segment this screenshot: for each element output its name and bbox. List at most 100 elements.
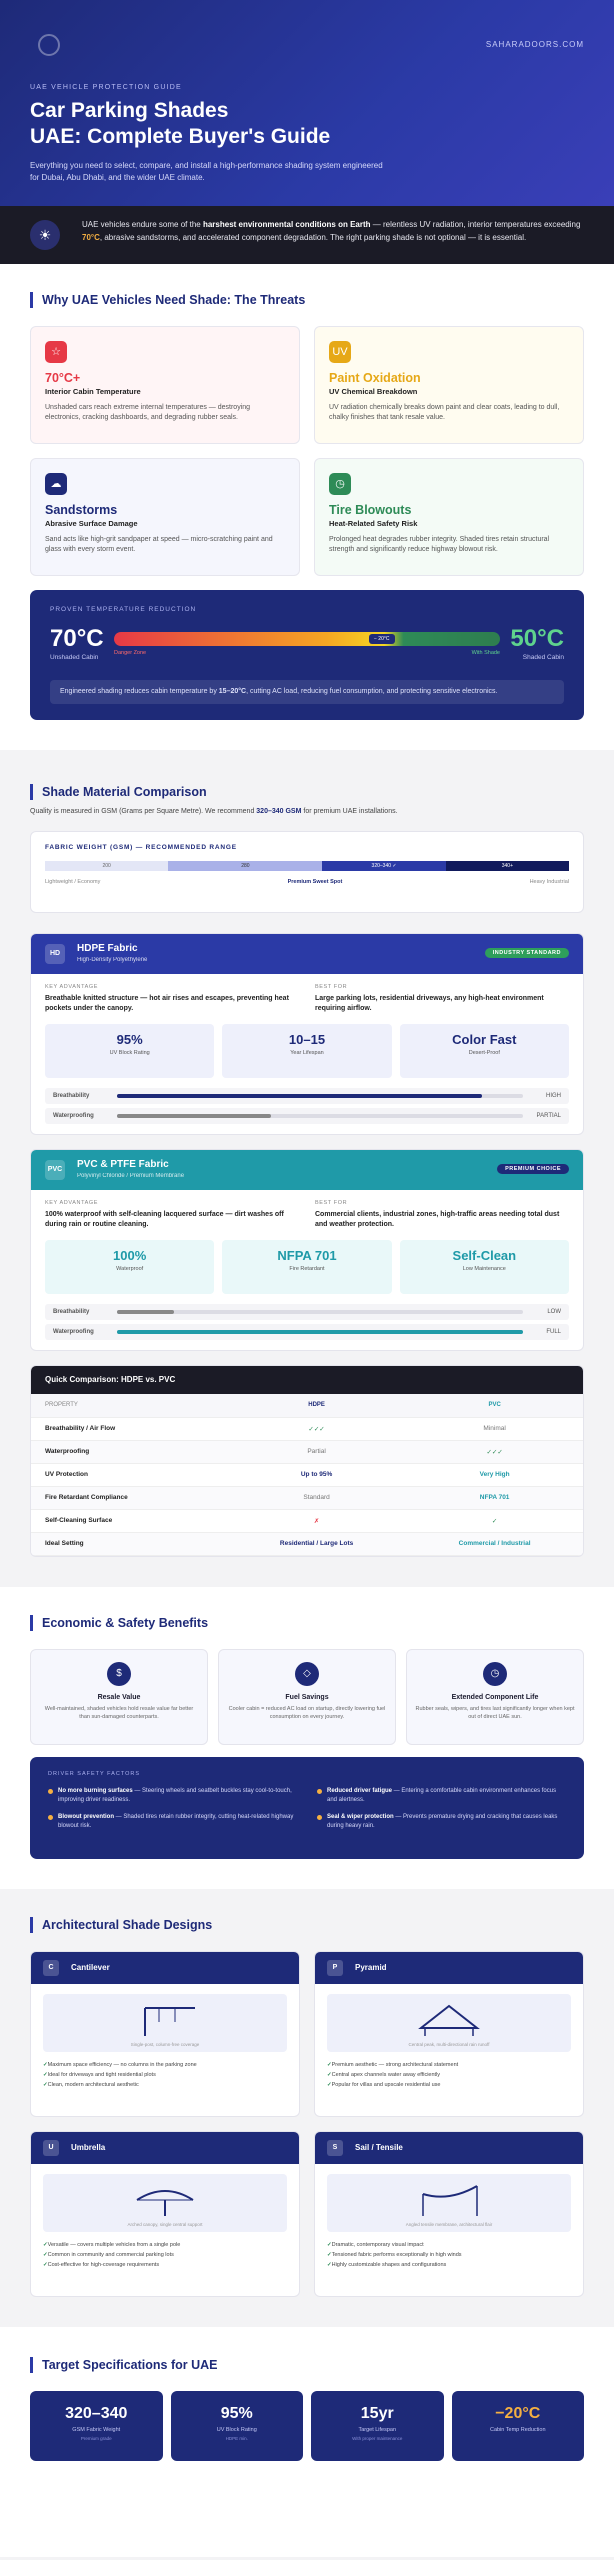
hero-intro: Everything you need to select, compare, …: [30, 161, 383, 182]
threat-text: Prolonged heat degrades rubber integrity…: [329, 536, 550, 553]
feature-item: Popular for villas and upscale residenti…: [327, 2080, 571, 2090]
temperature-card: PROVEN TEMPERATURE REDUCTION 70°C Unshad…: [30, 590, 584, 720]
design-letter: S: [327, 2139, 343, 2156]
design-card: P Pyramid Central peak, multi-directional …: [314, 1950, 584, 2117]
column-header: PROPERTY: [31, 1394, 227, 1418]
feature-item: Premium aesthetic — strong architectural…: [327, 2060, 571, 2070]
value: 100% waterproof with self-cleaning lacqu…: [45, 1211, 284, 1228]
table-cell: Up to 95%: [226, 1463, 407, 1487]
target-value: 95%: [220, 2404, 253, 2422]
safety-item: No more burning surfaces — Steering whee…: [48, 1787, 297, 1805]
design-name: Umbrella: [71, 2142, 106, 2152]
design-header: C Cantilever: [31, 1951, 299, 1984]
table-cell: ✓✓✓: [226, 1417, 407, 1441]
feature-item: Cost-effective for high-coverage require…: [43, 2260, 287, 2270]
target-label: Target Lifespan: [358, 2426, 397, 2433]
comparison-grid: PROPERTY HDPE PVC Breathability / Air Flow ✓…: [31, 1394, 583, 1556]
safety-bold: Blowout prevention: [58, 1813, 114, 1820]
logo-icon[interactable]: [38, 34, 60, 56]
design-features: Versatile — covers multiple vehicles fro…: [31, 2240, 299, 2270]
label: BEST FOR: [315, 984, 348, 990]
shield-icon: ◇: [295, 1661, 319, 1686]
stat-value: 10–15: [288, 1032, 326, 1047]
feature-item: Maximum space efficiency — no columns in…: [43, 2060, 287, 2070]
meter-track: [117, 1114, 523, 1118]
cantilever-diagram-icon: [43, 1994, 287, 2045]
feature-item: Ideal for driveways and tight residentia…: [43, 2070, 287, 2080]
threat-subtitle: Heat-Related Safety Risk: [329, 519, 418, 528]
best-for: BEST FOR Commercial clients, industrial z…: [315, 1200, 569, 1230]
hdpe-card: HD HDPE Fabric High-Density Polyethylene IN…: [30, 933, 584, 1135]
value: Breathable knitted structure — hot air r…: [45, 995, 289, 1012]
stat-value: NFPA 701: [277, 1248, 337, 1263]
stat-tile: 100% Waterproof: [45, 1240, 215, 1294]
meter-value: PARTIAL: [536, 1113, 561, 1119]
materials-section: Shade Material Comparison Quality is mea…: [0, 750, 614, 1587]
sun-icon: ☀: [30, 220, 60, 250]
best-for: BEST FOR Large parking lots, residential …: [315, 984, 569, 1014]
designs-section: Architectural Shade Designs C Cantilever S…: [0, 1888, 614, 2327]
driver-safety-card: DRIVER SAFETY FACTORS No more burning su…: [30, 1756, 584, 1859]
hero-kicker: UAE VEHICLE PROTECTION GUIDE: [30, 84, 182, 91]
material-abbr: PVC: [45, 1160, 65, 1180]
design-illustration: Central peak, multi-directional rain run…: [327, 1993, 571, 2052]
safety-item: Seal & wiper protection — Prevents prema…: [317, 1813, 566, 1831]
meter-value: HIGH: [546, 1093, 561, 1099]
title-line-1: Car Parking Shades: [30, 99, 229, 122]
table-cell: NFPA 701: [406, 1486, 583, 1510]
gsm-mid-label: Premium Sweet Spot: [287, 879, 343, 885]
threat-title: Tire Blowouts: [329, 503, 412, 517]
note-text: Engineered shading reduces cabin tempera…: [60, 688, 219, 695]
table-cell: Fire Retardant Compliance: [31, 1486, 227, 1510]
material-stats: 95% UV Block Rating 10–15 Year Lifespan Colo…: [45, 1024, 569, 1078]
note-text: , cutting AC load, reducing fuel consump…: [246, 688, 498, 695]
material-name: PVC & PTFE Fabric: [77, 1159, 169, 1170]
safety-item: Blowout prevention — Shaded tires retain…: [48, 1813, 297, 1831]
table-row: Waterproofing Partial ✓✓✓: [31, 1440, 583, 1464]
target-value: 15yr: [360, 2404, 394, 2422]
section-heading: Architectural Shade Designs: [30, 1916, 584, 1933]
unshaded-temp: 70°C: [50, 625, 104, 652]
feature-item: Highly customizable shapes and configura…: [327, 2260, 571, 2270]
design-caption: Arched canopy, single central support: [127, 2221, 203, 2227]
safe-label: With Shade: [471, 650, 500, 656]
threat-text: Unshaded cars reach extreme internal tem…: [45, 404, 251, 421]
material-badge: PREMIUM CHOICE: [497, 1164, 569, 1174]
gsm-bar: 200 280 320–340 ✓ 340+: [45, 861, 570, 871]
cloud-icon: ☁: [45, 473, 67, 495]
benefits-section: Economic & Safety Benefits $ Resale Value…: [0, 1586, 614, 1889]
rating-meter: Breathability LOW: [45, 1304, 569, 1320]
sail-diagram-icon: [327, 2174, 571, 2225]
target-card: −20°C Cabin Temp Reduction: [451, 2390, 584, 2461]
feature-item: Clean, modern architectural aesthetic: [43, 2080, 287, 2090]
stat-label: Low Maintenance: [462, 1266, 506, 1272]
threat-card: ☆ 70°C+ Interior Cabin Temperature Unshaded…: [30, 326, 300, 444]
gsm-title: FABRIC WEIGHT (GSM) — RECOMMENDED RANGE: [45, 844, 237, 851]
target-card: 15yr Target Lifespan With proper maintenan…: [311, 2390, 444, 2461]
site-domain[interactable]: SAHARADOORS.COM: [486, 40, 584, 49]
benefit-text: Well-maintained, shaded vehicles hold re…: [44, 1705, 194, 1720]
table-cell: Breathability / Air Flow: [31, 1417, 227, 1441]
design-illustration: Angled tensile membrane, architectural f…: [327, 2173, 571, 2232]
table-cell: ✓✓✓: [406, 1440, 583, 1464]
threat-subtitle: Interior Cabin Temperature: [45, 387, 141, 396]
material-badge: INDUSTRY STANDARD: [484, 948, 569, 958]
benefit-text: Rubber seals, wipers, and tires last sig…: [415, 1705, 575, 1720]
column-header: HDPE: [226, 1394, 407, 1418]
table-row: Fire Retardant Compliance Standard NFPA 70…: [31, 1486, 583, 1510]
temp-scale: Danger Zone With Shade: [114, 650, 500, 656]
material-body: KEY ADVANTAGE 100% waterproof with self-c…: [31, 1190, 583, 1350]
table-cell: Minimal: [406, 1417, 583, 1441]
threat-subtitle: UV Chemical Breakdown: [329, 387, 418, 396]
targets-grid: 320–340 GSM Fabric Weight Premium grade 95%…: [30, 2390, 584, 2461]
clock-icon: ◷: [483, 1661, 507, 1686]
targets-section: Target Specifications for UAE 320–340 GSM…: [0, 2326, 614, 2557]
target-label: Cabin Temp Reduction: [489, 2426, 546, 2433]
rating-meter: Breathability HIGH: [45, 1088, 569, 1104]
feature-item: Versatile — covers multiple vehicles fro…: [43, 2240, 287, 2250]
design-name: Cantilever: [71, 1962, 110, 1972]
safety-bold: Seal & wiper protection: [327, 1813, 394, 1820]
target-value: −20°C: [495, 2404, 541, 2422]
material-name: HDPE Fabric: [77, 943, 138, 954]
safety-bold: No more burning surfaces: [58, 1787, 133, 1794]
